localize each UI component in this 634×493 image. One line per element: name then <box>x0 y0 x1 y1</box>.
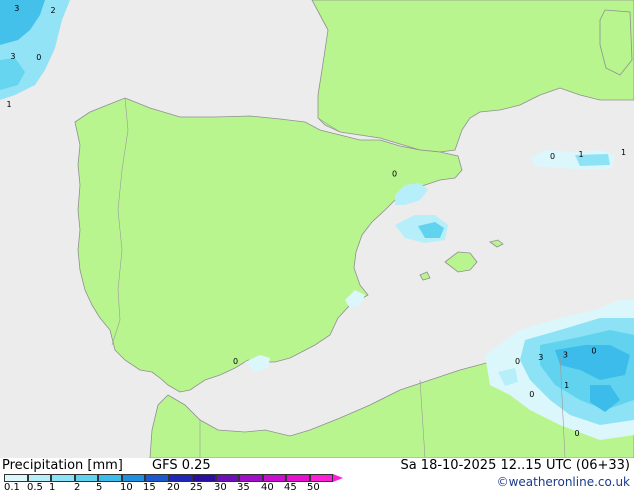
precip-value-label: 0 <box>233 357 238 366</box>
scale-tick-label: 50 <box>307 482 320 493</box>
precip-value-label: 1 <box>564 381 569 390</box>
precipitation-map: 3 2 3 0 1 0 0 1 1 0 0 3 3 0 1 0 0 <box>0 0 634 458</box>
scale-tick-label: 1 <box>49 482 56 493</box>
scale-tick-label: 10 <box>120 482 133 493</box>
precip-value-label: 0 <box>529 390 534 399</box>
precip-value-label: 0 <box>36 53 41 62</box>
precip-value-label: 2 <box>50 6 55 15</box>
scale-swatch <box>74 474 98 482</box>
scale-tick-label: 15 <box>143 482 156 493</box>
precip-value-label: 3 <box>14 4 19 13</box>
scale-swatch <box>286 474 310 482</box>
precip-value-label: 1 <box>578 150 583 159</box>
precip-value-label: 1 <box>7 100 12 109</box>
valid-time: Sa 18-10-2025 12..15 UTC (06+33) <box>400 458 630 473</box>
scale-swatch <box>309 474 333 482</box>
scale-tick-label: 20 <box>167 482 180 493</box>
scale-swatch <box>145 474 169 482</box>
precip-value-label: 0 <box>575 429 580 438</box>
precip-value-label: 0 <box>591 346 596 355</box>
scale-swatch <box>98 474 122 482</box>
scale-tick-label: 40 <box>261 482 274 493</box>
precip-value-label: 0 <box>515 357 520 366</box>
scale-tick-label: 35 <box>237 482 250 493</box>
scale-tick-label: 5 <box>96 482 103 493</box>
scale-tick-label: 0.1 <box>4 482 20 493</box>
scale-swatch <box>51 474 75 482</box>
scale-swatch <box>27 474 51 482</box>
scale-swatch <box>215 474 239 482</box>
scale-swatch <box>239 474 263 482</box>
precip-value-label: 3 <box>563 351 568 360</box>
scale-tick-label: 45 <box>284 482 297 493</box>
scale-arrow <box>333 474 343 482</box>
scale-swatch <box>168 474 192 482</box>
credit-link[interactable]: ©weatheronline.co.uk <box>497 475 630 489</box>
precip-value-label: 0 <box>392 170 397 179</box>
scale-tick-label: 0.5 <box>27 482 43 493</box>
precip-value-label: 3 <box>10 52 15 61</box>
scale-swatch <box>192 474 216 482</box>
scale-tick-label: 30 <box>214 482 227 493</box>
precip-value-label: 1 <box>621 148 626 157</box>
model-name: GFS 0.25 <box>152 458 211 473</box>
precip-value-label: 0 <box>550 152 555 161</box>
scale-swatch <box>262 474 286 482</box>
scale-tick-label: 2 <box>74 482 81 493</box>
map-title: Precipitation [mm] <box>2 458 123 473</box>
scale-swatch <box>4 474 28 482</box>
precip-value-label: 3 <box>538 353 543 362</box>
scale-swatch <box>121 474 145 482</box>
scale-tick-label: 25 <box>190 482 203 493</box>
